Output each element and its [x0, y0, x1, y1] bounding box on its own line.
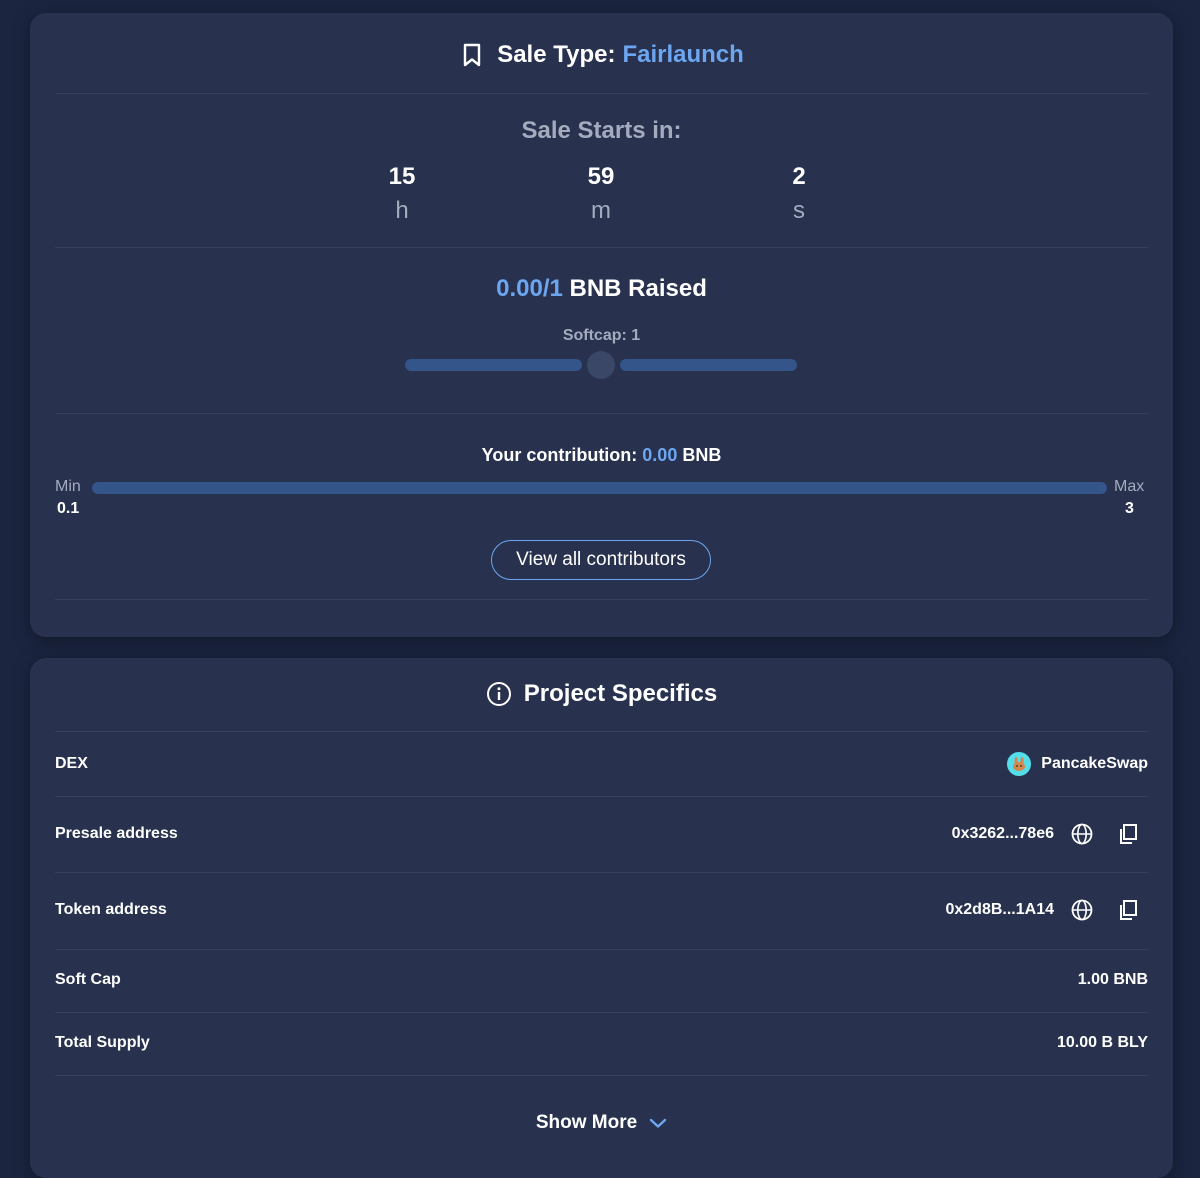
view-all-contributors-button[interactable]: View all contributors — [491, 540, 711, 580]
sale-type-title: Sale Type: Fairlaunch — [30, 41, 1173, 69]
chevron-down-icon — [649, 1117, 667, 1129]
project-specifics-title: Project Specifics — [30, 680, 1173, 708]
contribution-suffix: BNB — [677, 445, 722, 465]
spec-value: 1.00 BNB — [1077, 971, 1148, 988]
info-icon — [486, 681, 512, 707]
divider — [55, 872, 1148, 873]
divider — [55, 949, 1148, 950]
softcap-label: Softcap: 1 — [562, 327, 641, 344]
spec-row-total-supply: Total Supply 10.00 B BLY — [55, 1029, 1148, 1057]
show-more-label: Show More — [535, 1112, 638, 1133]
spec-value: 10.00 B BLY — [1056, 1034, 1148, 1051]
min-label: Min — [55, 478, 81, 495]
sale-type-prefix: Sale Type: — [497, 41, 616, 68]
copy-icon[interactable] — [1116, 822, 1140, 846]
raised-amount: 0.00/1 — [496, 275, 563, 302]
countdown-hours: 15 h — [362, 163, 442, 225]
divider — [55, 247, 1148, 248]
raised-progress-track-left — [405, 359, 582, 371]
softcap-marker — [587, 351, 615, 379]
spec-label: DEX — [55, 755, 88, 772]
spec-row-soft-cap: Soft Cap 1.00 BNB — [55, 966, 1148, 994]
divider — [55, 1012, 1148, 1013]
countdown-minutes: 59 m — [561, 163, 641, 225]
min-value: 0.1 — [57, 500, 80, 517]
pancakeswap-logo — [1007, 752, 1032, 776]
spec-row-presale-address: Presale address 0x3262...78e6 — [55, 820, 1148, 848]
divider — [55, 599, 1148, 600]
spec-label: Token address — [55, 901, 167, 918]
divider — [55, 796, 1148, 797]
copy-icon[interactable] — [1116, 898, 1140, 922]
token-address-value: 0x2d8B...1A14 — [945, 901, 1054, 918]
countdown-hours-value: 15 — [388, 163, 416, 190]
countdown-minutes-value: 59 — [587, 163, 615, 190]
project-specifics-card: Project Specifics DEX PancakeSwap Presal… — [30, 658, 1173, 1178]
contribution-prefix: Your contribution: — [481, 445, 643, 465]
raised-suffix: BNB Raised — [562, 275, 707, 302]
bookmark-icon — [459, 42, 485, 68]
countdown-minutes-unit: m — [591, 197, 611, 224]
show-more-button[interactable]: Show More — [30, 1112, 1173, 1134]
spec-label: Soft Cap — [55, 971, 121, 988]
spec-value: PancakeSwap — [1007, 752, 1148, 776]
project-specifics-label: Project Specifics — [523, 680, 718, 707]
spec-label: Presale address — [55, 825, 178, 842]
countdown-seconds-value: 2 — [792, 163, 806, 190]
countdown-hours-unit: h — [395, 197, 409, 224]
contribution-range-slider[interactable] — [92, 482, 1107, 494]
countdown-seconds: 2 s — [759, 163, 839, 225]
sale-starts-label: Sale Starts in: — [521, 117, 682, 144]
divider — [55, 413, 1148, 414]
divider — [55, 1075, 1148, 1076]
globe-icon[interactable] — [1070, 822, 1094, 846]
presale-address-value: 0x3262...78e6 — [951, 825, 1054, 842]
divider — [55, 731, 1148, 732]
spec-row-dex: DEX PancakeSwap — [55, 750, 1148, 778]
raised-summary: 0.00/1 BNB Raised — [30, 275, 1173, 303]
max-label: Max — [1114, 478, 1145, 495]
globe-icon[interactable] — [1070, 898, 1094, 922]
countdown-seconds-unit: s — [793, 197, 805, 224]
dex-name: PancakeSwap — [1041, 755, 1148, 772]
spec-value: 0x2d8B...1A14 — [945, 898, 1148, 922]
spec-label: Total Supply — [55, 1034, 150, 1051]
contribution-value: 0.00 — [642, 445, 678, 465]
divider — [55, 93, 1148, 94]
spec-value: 0x3262...78e6 — [952, 822, 1148, 846]
spec-row-token-address: Token address 0x2d8B...1A14 — [55, 896, 1148, 924]
sale-card: Sale Type: Fairlaunch Sale Starts in: 15… — [30, 13, 1173, 637]
raised-progress-track-right — [620, 359, 797, 371]
max-value: 3 — [1125, 500, 1134, 517]
your-contribution: Your contribution: 0.00 BNB — [30, 445, 1173, 466]
sale-type-value: Fairlaunch — [622, 41, 744, 68]
